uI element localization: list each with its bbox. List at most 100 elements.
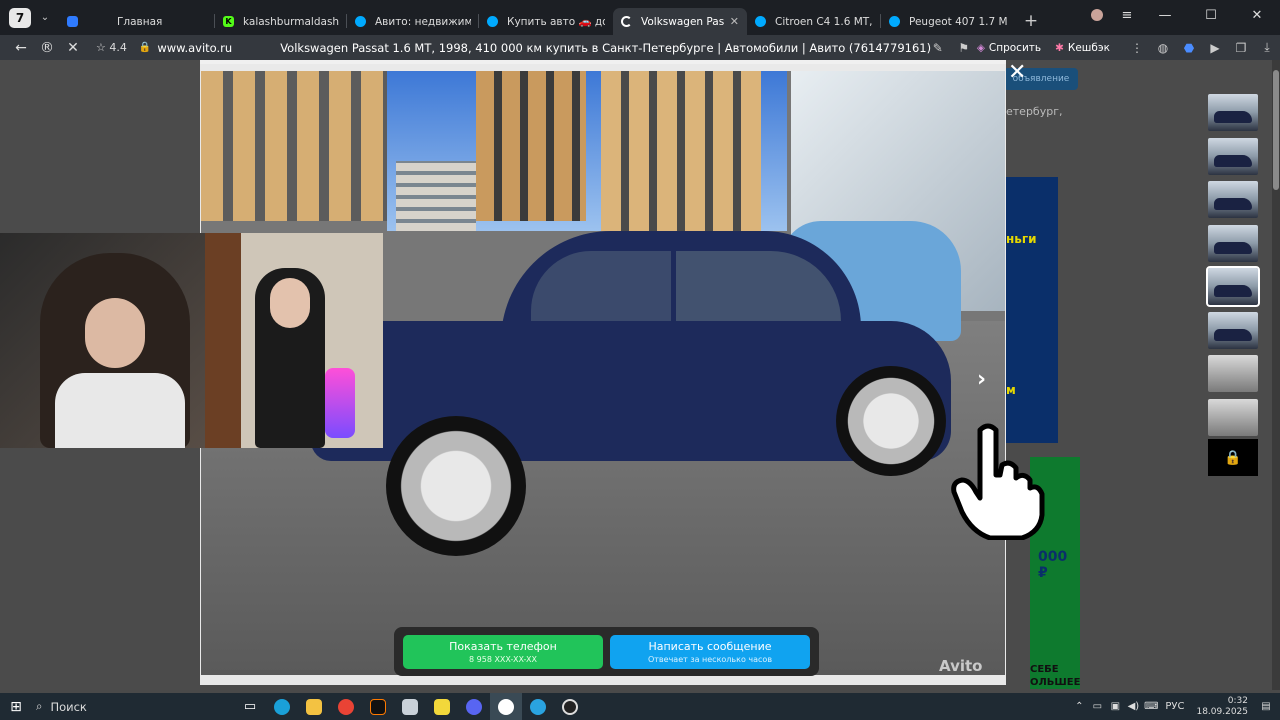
url-domain[interactable]: www.avito.ru: [157, 41, 232, 55]
tab-title: kalashburmaldash228 Stre: [243, 15, 339, 28]
tab-title: Peugeot 407 1.7 MT, 2007: [909, 15, 1007, 28]
keyboard-icon[interactable]: ⌨: [1143, 701, 1159, 712]
avito-watermark: Avito: [939, 657, 983, 675]
thumbnail-active[interactable]: [1206, 266, 1260, 307]
search-icon: ⌕: [36, 699, 43, 713]
bookmark-icon[interactable]: ⚑: [951, 41, 977, 55]
download-icon[interactable]: ⤓: [1254, 40, 1280, 55]
maximize-button[interactable]: ☐: [1188, 8, 1234, 23]
taskbar-apps: ▭: [234, 693, 586, 720]
taskbar-search[interactable]: ⌕ Поиск: [36, 696, 176, 718]
tab-avito-cars[interactable]: Купить авто 🚗 до 150 тыс: [479, 8, 613, 35]
windows-taskbar: ⊞ ⌕ Поиск ▭ ⌃ ▭ ▣ ◀) ⌨ РУС 0:32 18.09.20…: [0, 693, 1280, 720]
clock[interactable]: 0:32 18.09.2025: [1196, 696, 1248, 718]
url-page-title[interactable]: Volkswagen Passat 1.6 MT, 1998, 410 000 …: [280, 41, 931, 55]
avito-icon: [889, 16, 900, 27]
thumbnail[interactable]: [1208, 94, 1258, 131]
cashback-icon: ✱: [1055, 41, 1064, 54]
volume-icon[interactable]: ◀): [1125, 701, 1141, 712]
show-phone-button[interactable]: Показать телефон 8 958 XXX-XX-XX: [403, 634, 603, 669]
write-message-label: Написать сообщение: [648, 639, 772, 653]
thumbnail[interactable]: [1208, 398, 1258, 436]
thumbnail[interactable]: [1208, 355, 1258, 392]
tab-peugeot[interactable]: Peugeot 407 1.7 MT, 2007: [881, 8, 1015, 35]
language-indicator[interactable]: РУС: [1165, 701, 1184, 712]
more-menu-icon[interactable]: ⋮: [1124, 41, 1150, 55]
close-tab-icon[interactable]: ✕: [730, 15, 739, 28]
show-phone-label: Показать телефон: [449, 639, 557, 653]
webcam-overlay: [0, 233, 383, 448]
thumbnail[interactable]: [1208, 311, 1258, 349]
system-tray: ⌃ ▭ ▣ ◀) ⌨ РУС 0:32 18.09.2025 ▤: [1071, 693, 1280, 720]
alice-icon: ◈: [976, 41, 985, 54]
tab-title: Volkswagen Passat 1.6 M: [641, 15, 724, 28]
app-icon[interactable]: [394, 693, 426, 720]
photo-thumbnails: [1206, 94, 1260, 442]
obs-icon[interactable]: [554, 693, 586, 720]
thumbnail[interactable]: [1208, 181, 1258, 218]
address-bar: ← ® ✕ ☆ 4.4 🔒 www.avito.ru Volkswagen Pa…: [0, 35, 1280, 60]
tray-chevron-icon[interactable]: ⌃: [1071, 701, 1087, 712]
close-window-button[interactable]: ✕: [1234, 8, 1280, 23]
discord-icon[interactable]: [458, 693, 490, 720]
tab-kick[interactable]: K kalashburmaldash228 Stre: [215, 8, 347, 35]
pinned-tab-icon: [67, 16, 78, 27]
tab-title: Главная: [117, 15, 163, 28]
pin-icon[interactable]: ✎: [925, 41, 951, 55]
car-image: [291, 231, 951, 556]
notifications-icon[interactable]: ▤: [1258, 701, 1274, 712]
windows-start-icon[interactable]: ⊞: [0, 699, 32, 715]
task-view-icon[interactable]: ▭: [234, 693, 266, 720]
extension-icon[interactable]: ⬣: [1176, 41, 1202, 55]
translate-icon[interactable]: ◍: [1150, 41, 1176, 55]
tabs-menu-icon[interactable]: ≡: [1112, 8, 1142, 23]
tab-title: Купить авто 🚗 до 150 тыс: [507, 16, 605, 28]
network-icon[interactable]: ▣: [1107, 701, 1123, 712]
tab-citroen[interactable]: Citroen C4 1.6 MT, 2005, 2: [747, 8, 881, 35]
next-photo-arrow-icon[interactable]: ›: [977, 367, 986, 392]
tab-title: Авито: недвижимость, тр: [375, 15, 471, 28]
yandex-browser-menu-button[interactable]: 7: [9, 7, 31, 28]
window-controls: ≡ — ☐ ✕: [1082, 0, 1280, 30]
tab-title: Citroen C4 1.6 MT, 2005, 2: [775, 15, 873, 28]
locked-thumbnail-lock-icon[interactable]: 🔒: [1208, 439, 1258, 476]
tab-list-chevron-icon[interactable]: ⌄: [35, 12, 55, 23]
close-viewer-button[interactable]: ✕: [1008, 60, 1026, 85]
reader-icon[interactable]: ®: [34, 40, 60, 56]
tab-volkswagen-passat[interactable]: Volkswagen Passat 1.6 M ✕: [613, 8, 747, 35]
page-scrollbar[interactable]: [1272, 60, 1280, 690]
battery-icon[interactable]: ▭: [1089, 701, 1105, 712]
ask-alice-button[interactable]: ◈ Спросить: [977, 42, 1041, 54]
tab-list: Главная K kalashburmaldash228 Stre Авито…: [57, 0, 1015, 35]
minimize-button[interactable]: —: [1142, 8, 1188, 23]
pinned-tab[interactable]: [67, 8, 83, 35]
lock-icon[interactable]: 🔒: [139, 42, 151, 53]
yandex-browser-icon[interactable]: [490, 693, 522, 720]
avito-icon: [355, 16, 366, 27]
app-icon[interactable]: [426, 693, 458, 720]
edge-icon[interactable]: [266, 693, 298, 720]
contact-bar: Показать телефон 8 958 XXX-XX-XX Написат…: [394, 627, 819, 676]
site-rating[interactable]: ☆ 4.4: [96, 41, 127, 54]
stop-loading-button[interactable]: ✕: [60, 40, 86, 56]
hand-pointer-cursor-icon: [951, 423, 1045, 540]
file-explorer-icon[interactable]: [298, 693, 330, 720]
thumbnail[interactable]: [1208, 137, 1258, 175]
write-message-button[interactable]: Написать сообщение Отвечает за несколько…: [610, 634, 810, 669]
tab-avito-home[interactable]: Авито: недвижимость, тр: [347, 8, 479, 35]
telegram-icon[interactable]: [522, 693, 554, 720]
avito-icon: [755, 16, 766, 27]
new-tab-button[interactable]: +: [1019, 9, 1043, 33]
seller-city: етербург,: [1006, 105, 1063, 118]
video-icon[interactable]: ▶: [1202, 41, 1228, 55]
back-button[interactable]: ←: [8, 40, 34, 56]
browser-tab-strip: 7 ⌄ Главная K kalashburmaldash228 Stre А…: [0, 0, 1280, 35]
profile-avatar[interactable]: [1082, 8, 1112, 23]
banner-ad-top[interactable]: ньги м: [1006, 177, 1058, 443]
cashback-button[interactable]: ✱ Кешбэк: [1055, 42, 1110, 54]
app-icon[interactable]: [362, 693, 394, 720]
tab-home[interactable]: Главная: [87, 8, 215, 35]
collections-icon[interactable]: ❐: [1228, 41, 1254, 55]
thumbnail[interactable]: [1208, 224, 1258, 262]
chrome-icon[interactable]: [330, 693, 362, 720]
